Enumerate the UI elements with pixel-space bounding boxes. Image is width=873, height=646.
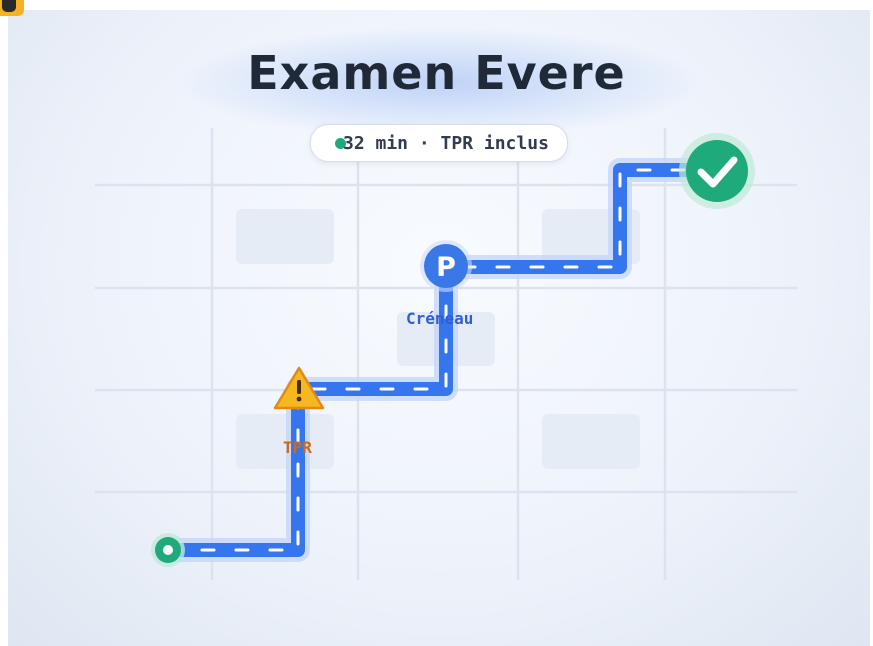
route-summary-text: 32 min · TPR inclus: [343, 133, 549, 154]
route-summary-pill: 32 min · TPR inclus: [310, 124, 568, 162]
parking-glyph: P: [436, 252, 456, 283]
start-marker[interactable]: [151, 533, 185, 567]
check-icon[interactable]: [679, 133, 755, 209]
parking-label: Créneau: [406, 309, 474, 328]
tpr-label: TPR: [283, 438, 312, 457]
parking-icon[interactable]: P: [420, 240, 472, 292]
